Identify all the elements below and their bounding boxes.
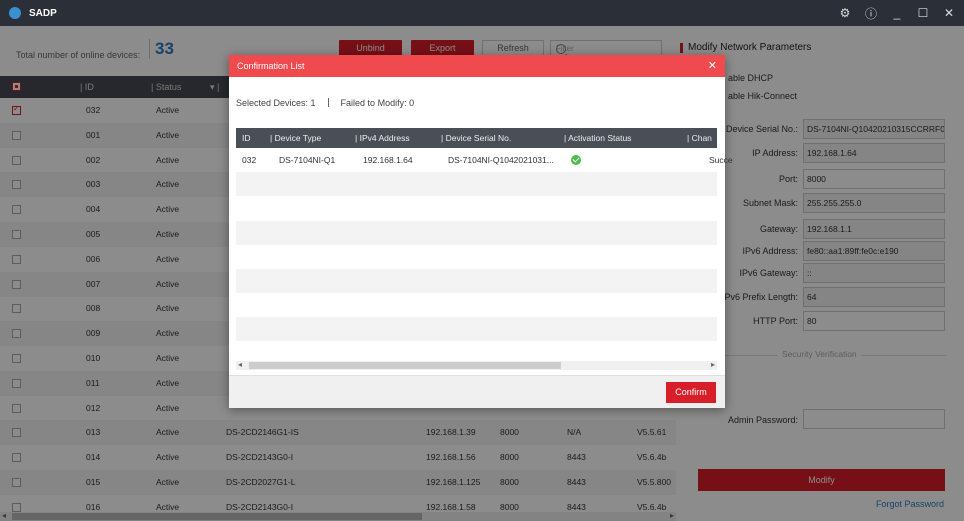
dialog-horizontal-scrollbar[interactable]: ◂ ▸ bbox=[236, 360, 717, 370]
cell-ip: 192.168.1.64 bbox=[363, 155, 413, 165]
scrollbar-thumb[interactable] bbox=[249, 362, 561, 369]
table-row bbox=[236, 245, 717, 269]
confirmation-table-header: ID | Device Type | IPv4 Address | Device… bbox=[236, 128, 717, 148]
close-icon[interactable]: ✕ bbox=[942, 6, 956, 20]
column-header-serial[interactable]: | Device Serial No. bbox=[441, 128, 511, 148]
info-icon[interactable]: ⓘ bbox=[864, 5, 878, 22]
scroll-left-icon[interactable]: ◂ bbox=[238, 360, 242, 369]
gear-icon[interactable]: ⚙ bbox=[838, 6, 852, 20]
table-row bbox=[236, 196, 717, 220]
maximize-icon[interactable]: ☐ bbox=[916, 6, 930, 20]
column-header-change[interactable]: | Chan bbox=[687, 128, 712, 148]
dialog-header: Confirmation List ✕ bbox=[229, 55, 725, 77]
app-title: SADP bbox=[29, 7, 57, 19]
table-row[interactable]: 032 DS-7104NI-Q1 192.168.1.64 DS-7104NI-Q10… bbox=[236, 148, 733, 172]
check-circle-icon bbox=[571, 155, 581, 165]
app-logo-icon bbox=[9, 7, 21, 19]
table-row bbox=[236, 220, 717, 245]
table-row bbox=[236, 269, 717, 293]
minimize-icon[interactable]: _ bbox=[890, 6, 904, 20]
confirm-button[interactable]: Confirm bbox=[666, 382, 716, 403]
selected-devices-count: Selected Devices: 1 bbox=[236, 98, 316, 108]
column-header-id[interactable]: ID bbox=[242, 128, 251, 148]
dialog-title: Confirmation List bbox=[237, 61, 305, 71]
confirmation-table: ID | Device Type | IPv4 Address | Device… bbox=[236, 128, 733, 417]
cell-result: Succe bbox=[709, 155, 733, 165]
dialog-footer: Confirm bbox=[229, 375, 725, 408]
table-row bbox=[236, 317, 717, 342]
column-header-ipv4[interactable]: | IPv4 Address bbox=[355, 128, 410, 148]
table-row bbox=[236, 293, 717, 317]
column-header-device-type[interactable]: | Device Type bbox=[270, 128, 321, 148]
cell-type: DS-7104NI-Q1 bbox=[279, 155, 336, 165]
failed-count: Failed to Modify: 0 bbox=[340, 98, 415, 108]
scroll-right-icon[interactable]: ▸ bbox=[711, 360, 715, 369]
cell-id: 032 bbox=[242, 155, 257, 165]
table-row bbox=[236, 172, 717, 197]
column-header-activation[interactable]: | Activation Status bbox=[564, 128, 631, 148]
window-controls: ⚙ ⓘ _ ☐ ✕ bbox=[838, 0, 956, 26]
dialog-summary: Selected Devices: 1 Failed to Modify: 0 bbox=[236, 98, 414, 108]
close-icon[interactable]: ✕ bbox=[708, 59, 717, 72]
title-bar: SADP ⚙ ⓘ _ ☐ ✕ bbox=[0, 0, 964, 26]
confirmation-dialog: Confirmation List ✕ Selected Devices: 1 F… bbox=[229, 55, 733, 408]
cell-serial: DS-7104NI-Q1042021031... bbox=[448, 155, 554, 165]
